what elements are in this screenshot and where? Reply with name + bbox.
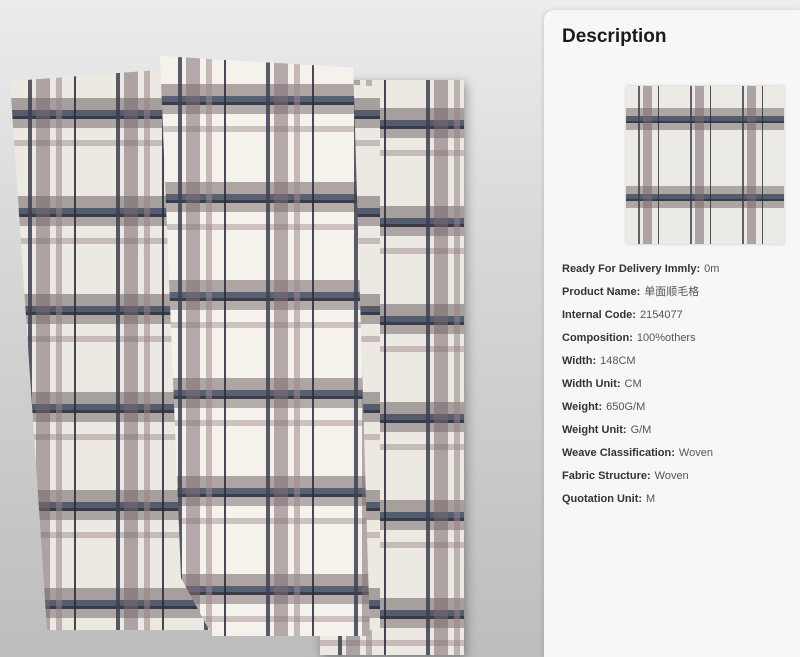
- spec-value: 100%others: [636, 332, 696, 344]
- spec-row: Width: 148CM: [562, 354, 798, 377]
- description-panel: Description Ready For Delivery Immly: 0m …: [544, 10, 800, 657]
- spec-label: Product Name:: [562, 286, 641, 298]
- spec-label: Weight:: [562, 401, 603, 413]
- spec-value: Woven: [654, 470, 689, 482]
- spec-label: Fabric Structure:: [562, 470, 651, 482]
- spec-value: 0m: [704, 263, 720, 275]
- spec-row: Product Name: 单面顺毛格: [562, 285, 798, 308]
- spec-value: G/M: [630, 424, 652, 436]
- spec-label: Ready For Delivery Immly:: [562, 263, 701, 275]
- spec-value: 650G/M: [606, 401, 646, 413]
- spec-value: M: [646, 493, 656, 505]
- spec-value: 148CM: [600, 355, 636, 367]
- fabric-panel-fold: [160, 56, 370, 636]
- spec-row: Weight: 650G/M: [562, 400, 798, 423]
- spec-label: Weave Classification:: [562, 447, 675, 459]
- spec-label: Quotation Unit:: [562, 493, 643, 505]
- spec-value: Woven: [678, 447, 713, 459]
- spec-label: Weight Unit:: [562, 424, 627, 436]
- spec-label: Internal Code:: [562, 309, 636, 321]
- spec-label: Width Unit:: [562, 378, 621, 390]
- spec-row: Weight Unit: G/M: [562, 423, 798, 446]
- spec-value: 单面顺毛格: [644, 286, 700, 298]
- spec-value: 2154077: [639, 309, 683, 321]
- spec-row: Composition: 100%others: [562, 331, 798, 354]
- spec-row: Fabric Structure: Woven: [562, 469, 798, 492]
- spec-row: Quotation Unit: M: [562, 492, 798, 515]
- spec-row: Width Unit: CM: [562, 377, 798, 400]
- spec-row: Internal Code: 2154077: [562, 308, 798, 331]
- spec-value: CM: [624, 378, 642, 390]
- spec-label: Composition:: [562, 332, 633, 344]
- spec-row: Ready For Delivery Immly: 0m: [562, 262, 798, 285]
- description-title: Description: [562, 26, 667, 47]
- spec-row: Weave Classification: Woven: [562, 446, 798, 469]
- spec-label: Width:: [562, 355, 597, 367]
- fabric-swatch-image[interactable]: [626, 86, 784, 244]
- spec-list: Ready For Delivery Immly: 0m Product Name…: [562, 262, 798, 515]
